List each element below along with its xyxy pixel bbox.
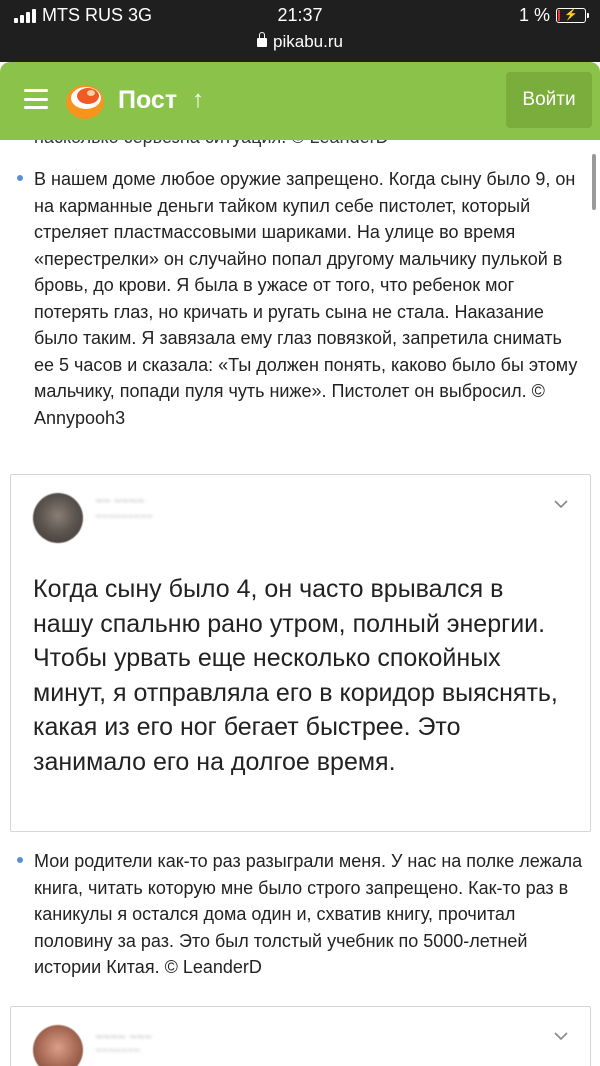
list-item-text: В нашем доме любое оружие запрещено. Ког… bbox=[34, 169, 578, 428]
status-right: 1 % ⚡ bbox=[518, 5, 589, 26]
url-text: pikabu.ru bbox=[273, 32, 343, 51]
chevron-down-icon[interactable] bbox=[554, 497, 568, 511]
quote-card: ~~ ~~~~ ~~~~~~~~~ Когда сыну было 4, он … bbox=[10, 474, 591, 832]
card-text: Когда сыну было 4, он часто врывался в н… bbox=[33, 575, 558, 776]
status-bar: MTS RUS 3G 21:37 1 % ⚡ pikabu.ru bbox=[0, 0, 600, 62]
lock-icon bbox=[257, 32, 268, 47]
status-time: 21:37 bbox=[277, 5, 323, 25]
quote-card: ~~~~ ~~~ ~~~~~~~ bbox=[10, 1006, 591, 1066]
author-handle-blurred: ~~~~~~~ bbox=[95, 1045, 140, 1057]
battery-icon: ⚡ bbox=[556, 8, 589, 23]
login-button[interactable]: Войти bbox=[506, 72, 592, 128]
chevron-down-icon[interactable] bbox=[554, 1029, 568, 1043]
list-item: В нашем доме любое оружие запрещено. Ког… bbox=[0, 166, 600, 431]
author-name-blurred: ~~~~ ~~~ bbox=[95, 1029, 152, 1044]
bullet-icon bbox=[17, 857, 23, 863]
address-bar[interactable]: pikabu.ru bbox=[0, 32, 600, 52]
avatar bbox=[33, 493, 83, 543]
bullet-icon bbox=[17, 175, 23, 181]
list-item: Мои родители как-то раз разыграли меня. … bbox=[0, 848, 600, 981]
post-content: насколько серьезна ситуация. © LeanderD … bbox=[0, 140, 600, 1066]
battery-percent: 1 % bbox=[518, 5, 550, 25]
arrow-up-icon[interactable]: ↑ bbox=[192, 86, 204, 114]
cut-off-text: насколько серьезна ситуация. © LeanderD bbox=[34, 140, 389, 148]
avatar bbox=[33, 1025, 83, 1066]
author-name-blurred: ~~ ~~~~ bbox=[95, 493, 145, 508]
pikabu-logo-icon[interactable] bbox=[64, 78, 108, 122]
site-header: Пост ↑ Войти bbox=[0, 62, 600, 140]
menu-icon[interactable] bbox=[24, 89, 48, 109]
author-handle-blurred: ~~~~~~~~~ bbox=[95, 511, 153, 523]
list-item-text: Мои родители как-то раз разыграли меня. … bbox=[34, 851, 583, 977]
page-title: Пост bbox=[118, 86, 178, 114]
